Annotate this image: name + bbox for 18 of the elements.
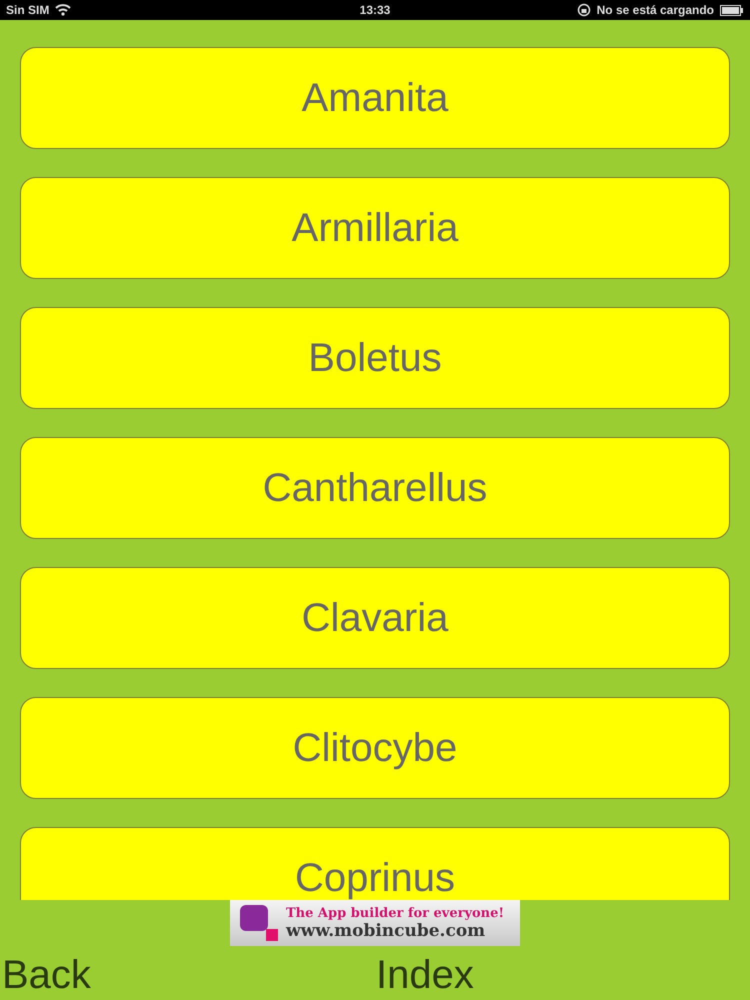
ad-url: www.mobincube.com [286,920,486,940]
clock: 13:33 [360,3,390,17]
ad-tagline: The App builder for everyone! [286,906,504,920]
genus-button[interactable]: Cantharellus [20,437,730,539]
genus-button[interactable]: Clitocybe [20,697,730,799]
wifi-icon [55,4,72,16]
ad-banner[interactable]: The App builder for everyone! www.mobincube.com [230,900,520,946]
genus-button[interactable]: Amanita [20,47,730,149]
battery-status: No se está cargando [596,3,714,17]
battery-icon [720,4,744,16]
genus-button[interactable]: Boletus [20,307,730,409]
genus-button[interactable]: Armillaria [20,177,730,279]
genus-button[interactable]: Coprinus [20,827,730,900]
genus-button[interactable]: Clavaria [20,567,730,669]
index-button[interactable]: Index [376,952,474,998]
carrier-label: Sin SIM [6,3,50,17]
rotation-lock-icon [576,3,591,17]
back-button[interactable]: Back [2,952,91,998]
